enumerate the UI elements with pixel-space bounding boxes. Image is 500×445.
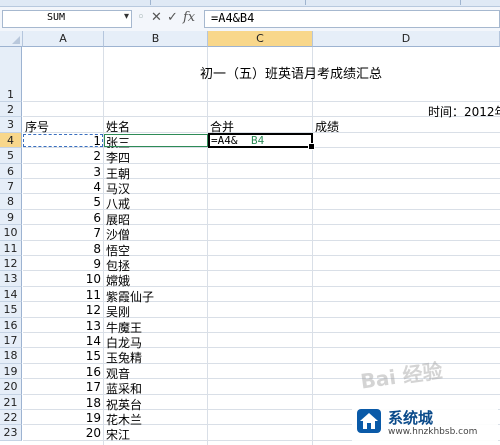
reference-highlight-b4 bbox=[104, 133, 208, 147]
row-header-11[interactable]: 11 bbox=[0, 240, 22, 256]
gridline bbox=[207, 47, 208, 445]
row-header-21[interactable]: 21 bbox=[0, 394, 22, 410]
row-header-22[interactable]: 22 bbox=[0, 410, 22, 426]
cell-seq[interactable]: 16 bbox=[23, 365, 101, 379]
cell-seq[interactable]: 19 bbox=[23, 411, 101, 425]
active-cell-c4[interactable]: =A4& B4 bbox=[208, 132, 315, 150]
column-header-A[interactable]: A bbox=[23, 31, 104, 47]
cell-seq[interactable]: 2 bbox=[23, 149, 101, 163]
splitter-icon: ◦ bbox=[137, 10, 145, 25]
row-header-13[interactable]: 13 bbox=[0, 271, 22, 287]
row-header-12[interactable]: 12 bbox=[0, 256, 22, 272]
row-header-4[interactable]: 4 bbox=[0, 132, 22, 149]
editing-formula-ref: B4 bbox=[251, 133, 265, 147]
row-header-17[interactable]: 17 bbox=[0, 333, 22, 349]
reference-highlight-a4 bbox=[23, 133, 103, 147]
cell-seq[interactable]: 12 bbox=[23, 303, 101, 317]
name-box[interactable]: SUM ▾ bbox=[2, 10, 132, 28]
cell-name[interactable]: 宋江 bbox=[106, 426, 130, 443]
insert-function-icon[interactable]: fx bbox=[183, 10, 195, 25]
row-header-14[interactable]: 14 bbox=[0, 286, 22, 303]
chevron-down-icon[interactable]: ▾ bbox=[124, 11, 129, 22]
ribbon-separator bbox=[460, 0, 461, 5]
cell-seq[interactable]: 6 bbox=[23, 211, 101, 225]
row-header-5[interactable]: 5 bbox=[0, 148, 22, 164]
formula-tools: ◦ ✕ ✓ fx bbox=[137, 9, 201, 28]
cell-seq[interactable]: 9 bbox=[23, 257, 101, 271]
header-score: 成绩 bbox=[315, 120, 340, 135]
brand-name: 系统城 bbox=[388, 409, 434, 427]
site-brand: 系统城 www.hnzkhbsb.com bbox=[352, 404, 498, 444]
ribbon-bottom-strip bbox=[0, 0, 500, 7]
sheet-title: 初一（五）班英语月考成绩汇总 bbox=[200, 67, 383, 82]
cell-seq[interactable]: 20 bbox=[23, 426, 101, 440]
time-label: 时间：2012年 bbox=[428, 105, 500, 119]
formula-bar: SUM ▾ ◦ ✕ ✓ fx =A4&B4 bbox=[0, 7, 500, 32]
cancel-icon[interactable]: ✕ bbox=[151, 10, 162, 25]
row-header-7[interactable]: 7 bbox=[0, 179, 22, 195]
cell-seq[interactable]: 11 bbox=[23, 288, 101, 302]
cell-seq[interactable]: 5 bbox=[23, 195, 101, 209]
cell-seq[interactable]: 3 bbox=[23, 165, 101, 179]
gridline bbox=[103, 47, 104, 445]
editing-formula-prefix: =A4& bbox=[211, 133, 238, 147]
row-header-2[interactable]: 2 bbox=[0, 102, 22, 118]
enter-icon[interactable]: ✓ bbox=[167, 10, 178, 25]
row-header-15[interactable]: 15 bbox=[0, 302, 22, 318]
row-header-10[interactable]: 10 bbox=[0, 225, 22, 241]
row-header-19[interactable]: 19 bbox=[0, 363, 22, 380]
row-header-20[interactable]: 20 bbox=[0, 379, 22, 395]
row-header-6[interactable]: 6 bbox=[0, 163, 22, 179]
row-header-3[interactable]: 3 bbox=[0, 117, 22, 133]
cell-seq[interactable]: 10 bbox=[23, 272, 101, 286]
column-header-B[interactable]: B bbox=[104, 31, 208, 47]
formula-text: =A4&B4 bbox=[211, 11, 255, 25]
select-all-button[interactable] bbox=[0, 31, 23, 47]
gridline bbox=[23, 101, 500, 102]
gridline bbox=[312, 47, 313, 445]
row-header-23[interactable]: 23 bbox=[0, 425, 22, 441]
cell-seq[interactable]: 17 bbox=[23, 380, 101, 394]
name-box-value: SUM bbox=[47, 12, 66, 23]
row-header-18[interactable]: 18 bbox=[0, 348, 22, 364]
cell-seq[interactable]: 4 bbox=[23, 180, 101, 194]
row-header-1[interactable]: 1 bbox=[0, 47, 22, 102]
row-header-9[interactable]: 9 bbox=[0, 209, 22, 226]
house-logo-icon bbox=[357, 409, 381, 433]
row-header-8[interactable]: 8 bbox=[0, 194, 22, 210]
ribbon-separator bbox=[305, 0, 306, 5]
fill-handle[interactable] bbox=[308, 142, 315, 150]
cell-seq[interactable]: 7 bbox=[23, 226, 101, 240]
ribbon-separator bbox=[150, 0, 151, 5]
formula-input[interactable]: =A4&B4 bbox=[204, 10, 500, 28]
column-header-C[interactable]: C bbox=[208, 31, 313, 47]
cell-seq[interactable]: 18 bbox=[23, 396, 101, 410]
cell-seq[interactable]: 15 bbox=[23, 349, 101, 363]
cell-seq[interactable]: 8 bbox=[23, 242, 101, 256]
cell-seq[interactable]: 14 bbox=[23, 334, 101, 348]
row-header-16[interactable]: 16 bbox=[0, 317, 22, 333]
column-header-D[interactable]: D bbox=[313, 31, 500, 47]
brand-url: www.hnzkhbsb.com bbox=[388, 427, 478, 437]
cell-seq[interactable]: 13 bbox=[23, 319, 101, 333]
